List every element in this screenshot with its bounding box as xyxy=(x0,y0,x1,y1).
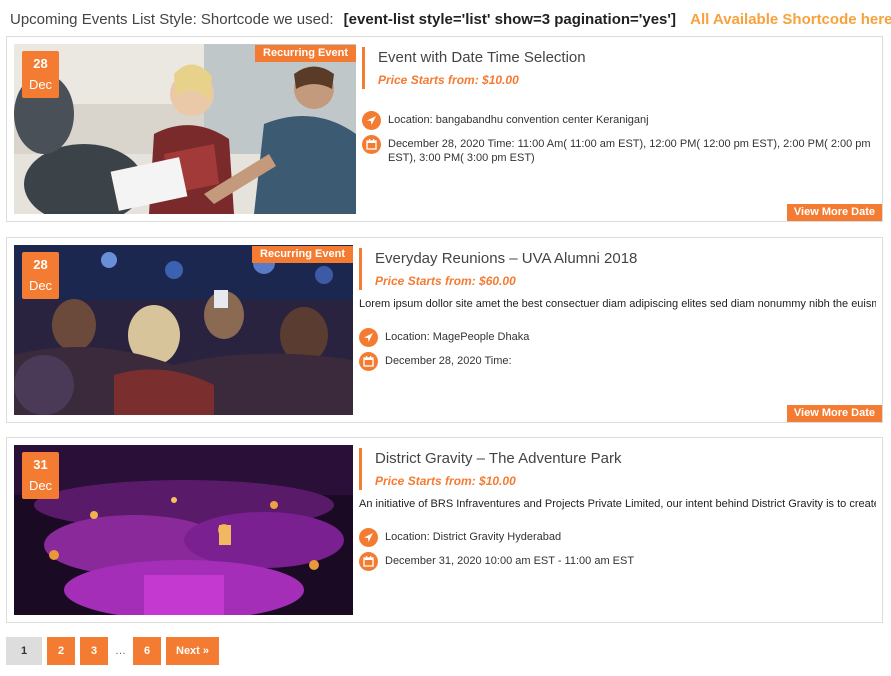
event-info: District Gravity – The Adventure Park Pr… xyxy=(359,448,876,618)
location-label: Location: xyxy=(385,331,430,343)
calendar-icon xyxy=(362,135,381,154)
location-arrow-icon xyxy=(359,528,378,547)
event-card: 31 Dec District Gravity – The Adventure … xyxy=(6,437,883,623)
page-3-button[interactable]: 3 xyxy=(80,637,108,665)
event-date-badge: 31 Dec xyxy=(22,452,59,499)
event-price: Price Starts from: $60.00 xyxy=(375,274,516,288)
event-title-block: Event with Date Time Selection Price Sta… xyxy=(362,47,874,89)
event-photo-banquet xyxy=(14,445,353,615)
datetime-value: December 28, 2020 Time: 11:00 Am( 11:00 … xyxy=(388,138,871,164)
view-more-date-button[interactable]: View More Date xyxy=(786,405,882,422)
event-description: An initiative of BRS Infraventures and P… xyxy=(359,498,876,510)
event-image[interactable] xyxy=(14,44,356,214)
event-price: Price Starts from: $10.00 xyxy=(378,73,519,87)
event-month: Dec xyxy=(28,77,53,92)
page-6-button[interactable]: 6 xyxy=(133,637,161,665)
calendar-icon xyxy=(359,552,378,571)
event-title-block: Everyday Reunions – UVA Alumni 2018 Pric… xyxy=(359,248,876,290)
all-shortcodes-link[interactable]: All Available Shortcode here xyxy=(690,11,891,28)
pagination: 1 2 3 … 6 Next » xyxy=(6,637,224,665)
event-datetime: December 31, 2020 10:00 am EST - 11:00 a… xyxy=(359,552,876,571)
event-title[interactable]: Event with Date Time Selection xyxy=(378,47,874,68)
event-price: Price Starts from: $10.00 xyxy=(375,474,516,488)
event-location: Location: MagePeople Dhaka xyxy=(359,328,876,347)
location-label: Location: xyxy=(385,531,430,543)
event-title[interactable]: District Gravity – The Adventure Park xyxy=(375,448,876,469)
page-1-button[interactable]: 1 xyxy=(6,637,42,665)
location-arrow-icon xyxy=(359,328,378,347)
event-description: Lorem ipsum dollor site amet the best co… xyxy=(359,298,876,310)
location-label: Location: xyxy=(388,114,433,126)
shortcode-text: [event-list style='list' show=3 paginati… xyxy=(343,11,676,28)
event-title[interactable]: Everyday Reunions – UVA Alumni 2018 xyxy=(375,248,876,269)
pagination-ellipsis: … xyxy=(115,645,126,657)
event-datetime: December 28, 2020 Time: xyxy=(359,352,876,371)
page-header: Upcoming Events List Style: Shortcode we… xyxy=(10,9,891,31)
event-datetime: December 28, 2020 Time: 11:00 Am( 11:00 … xyxy=(362,135,874,165)
event-location: Location: bangabandhu convention center … xyxy=(362,111,874,130)
location-arrow-icon xyxy=(362,111,381,130)
location-value: MagePeople Dhaka xyxy=(432,331,530,343)
event-location: Location: District Gravity Hyderabad xyxy=(359,528,876,547)
event-card: 28 Dec Recurring Event Everyday Reunions… xyxy=(6,237,883,423)
event-title-block: District Gravity – The Adventure Park Pr… xyxy=(359,448,876,490)
event-info: Everyday Reunions – UVA Alumni 2018 Pric… xyxy=(359,248,876,418)
view-more-date-button[interactable]: View More Date xyxy=(786,204,882,221)
event-month: Dec xyxy=(28,278,53,293)
event-info: Event with Date Time Selection Price Sta… xyxy=(362,47,874,217)
location-value: bangabandhu convention center Keraniganj xyxy=(435,114,649,126)
event-date-badge: 28 Dec xyxy=(22,252,59,299)
event-image[interactable] xyxy=(14,445,353,615)
recurring-event-badge: Recurring Event xyxy=(255,45,356,62)
event-month: Dec xyxy=(28,478,53,493)
event-image[interactable] xyxy=(14,245,353,415)
datetime-value: December 28, 2020 Time: xyxy=(385,355,512,367)
event-photo-audience xyxy=(14,245,353,415)
next-page-button[interactable]: Next » xyxy=(166,637,220,665)
page-2-button[interactable]: 2 xyxy=(47,637,75,665)
event-day: 31 xyxy=(33,457,48,472)
event-card: 28 Dec Recurring Event Event with Date T… xyxy=(6,36,883,222)
event-date-badge: 28 Dec xyxy=(22,51,59,98)
event-day: 28 xyxy=(33,257,48,272)
calendar-icon xyxy=(359,352,378,371)
event-photo-meeting xyxy=(14,44,356,214)
recurring-event-badge: Recurring Event xyxy=(252,246,353,263)
datetime-value: December 31, 2020 10:00 am EST - 11:00 a… xyxy=(385,555,635,567)
header-label: Upcoming Events List Style: Shortcode we… xyxy=(10,11,334,28)
location-value: District Gravity Hyderabad xyxy=(432,531,562,543)
event-day: 28 xyxy=(33,56,48,71)
